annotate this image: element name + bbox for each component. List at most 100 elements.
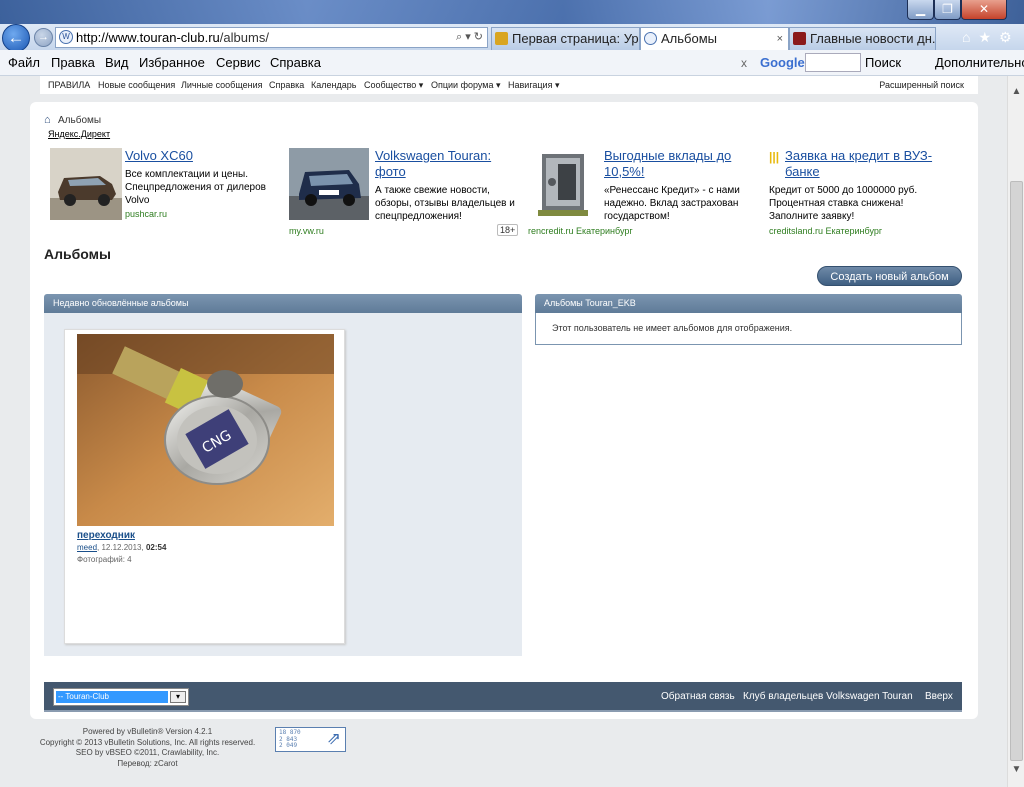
footer-club-link[interactable]: Клуб владельцев Volkswagen Touran: [743, 682, 913, 712]
ad-title[interactable]: Заявка на кредит в ВУЗ-банке: [785, 148, 960, 180]
powered-line: Перевод: zCarot: [117, 758, 178, 768]
tab-favicon-icon: [793, 32, 806, 45]
nav-forum-options[interactable]: Опции форума ▾: [431, 76, 501, 94]
nav-new-posts[interactable]: Новые сообщения: [98, 76, 175, 94]
favorites-star-icon[interactable]: ★: [978, 29, 999, 45]
tab-close-icon[interactable]: ×: [777, 28, 783, 50]
google-search-label: Поиск: [865, 55, 902, 70]
menu-bar: Файл Правка Вид Избранное Сервис Справка…: [0, 50, 1024, 96]
ad-title[interactable]: Выгодные вклады до 10,5%!: [604, 148, 754, 180]
age-badge: 18+: [497, 224, 519, 236]
forward-button[interactable]: →: [34, 28, 53, 47]
home-icon[interactable]: ⌂: [962, 29, 978, 45]
scrollbar-thumb[interactable]: [1010, 181, 1023, 761]
menu-favorites[interactable]: Избранное: [139, 50, 205, 76]
album-meta: meed, 12.12.2013, 02:54: [77, 543, 166, 552]
menu-help[interactable]: Справка: [270, 50, 321, 76]
tab-news[interactable]: Главные новости дн...: [789, 27, 936, 50]
page-title: Альбомы: [44, 246, 111, 262]
ad-domain[interactable]: my.vw.ru: [289, 226, 324, 236]
nav-rules[interactable]: ПРАВИЛА: [48, 76, 90, 94]
ad-rencredit[interactable]: Выгодные вклады до 10,5%! «Ренессанс Кре…: [528, 148, 758, 236]
breadcrumb-current: Альбомы: [58, 115, 102, 126]
ad-volvo[interactable]: Volvo XC60 Все комплектации и цены. Спец…: [50, 148, 290, 228]
ad-domain[interactable]: pushcar.ru: [125, 209, 167, 219]
ad-text: «Ренессанс Кредит» - с нами надежно. Вкл…: [604, 185, 740, 222]
nav-help[interactable]: Справка: [269, 76, 304, 94]
nav-calendar[interactable]: Календарь: [311, 76, 356, 94]
ad-text: Кредит от 5000 до 1000000 руб. Процентна…: [769, 185, 918, 222]
google-logo: Google: [760, 55, 805, 70]
tab-favicon-icon: [644, 32, 657, 45]
create-album-button[interactable]: Создать новый альбом: [817, 266, 962, 286]
yandex-direct-link[interactable]: Яндекс.Директ: [48, 129, 110, 139]
toolbar-icons[interactable]: ⌂★⚙: [962, 29, 1020, 46]
address-bar[interactable]: W http://www.touran-club.ru/albums/ ⌕ ▾ …: [55, 27, 488, 48]
ad-domain[interactable]: creditsland.ru Екатеринбург: [769, 226, 882, 236]
chevron-down-icon[interactable]: ▾: [170, 691, 186, 703]
tab-favicon-icon: [495, 32, 508, 45]
album-photo-count: Фотографий: 4: [77, 555, 132, 564]
menu-edit[interactable]: Правка: [51, 50, 95, 76]
google-more-button[interactable]: Дополнительно: [935, 50, 1024, 76]
menu-tools[interactable]: Сервис: [216, 50, 261, 76]
visit-counter-badge[interactable]: 18 870 2 843 2 049 ⇗: [275, 727, 346, 752]
google-search-input[interactable]: [805, 53, 861, 72]
nav-community[interactable]: Сообщество ▾: [364, 76, 423, 94]
ad-domain[interactable]: rencredit.ru Екатеринбург: [528, 226, 633, 236]
footer-bar: -- Touran-Club ▾ Обратная связь Клуб вла…: [44, 682, 962, 712]
page-viewport: ПРАВИЛА Новые сообщения Личные сообщения…: [0, 76, 1007, 787]
album-name-link[interactable]: переходник: [77, 530, 135, 541]
recent-albums-heading: Недавно обновлённые альбомы: [44, 294, 522, 313]
style-chooser-select[interactable]: -- Touran-Club ▾: [53, 688, 189, 706]
powered-by: Powered by vBulletin® Version 4.2.1 Copy…: [20, 727, 275, 769]
counter-numbers: 18 870 2 843 2 049: [279, 729, 301, 750]
tab-label: Альбомы: [661, 31, 717, 46]
address-path: /albums/: [219, 30, 269, 45]
touran-car-image: [289, 148, 369, 220]
maximize-button[interactable]: ❐: [934, 0, 961, 20]
powered-line: Powered by vBulletin® Version 4.2.1: [82, 727, 213, 736]
album-user-link[interactable]: meed: [77, 543, 97, 552]
vw-favicon-icon: W: [59, 30, 73, 44]
vertical-scrollbar[interactable]: ▲ ▼: [1007, 76, 1024, 787]
album-date: , 12.12.2013,: [97, 543, 146, 552]
tab-label: Первая страница: Ур...: [512, 31, 640, 46]
album-card[interactable]: CNG переходник meed, 12.12.2013, 02:54 Ф…: [64, 329, 345, 644]
tools-gear-icon[interactable]: ⚙: [999, 29, 1020, 45]
powered-line: Copyright © 2013 vBulletin Solutions, In…: [39, 737, 256, 747]
footer-feedback-link[interactable]: Обратная связь: [661, 682, 735, 712]
user-albums-heading: Альбомы Touran_EKB: [535, 294, 962, 313]
back-button[interactable]: ←: [2, 24, 30, 52]
scroll-down-arrow-icon[interactable]: ▼: [1008, 764, 1024, 775]
minimize-button[interactable]: ▁: [907, 0, 934, 20]
nav-private-messages[interactable]: Личные сообщения: [181, 76, 263, 94]
home-icon[interactable]: ⌂: [44, 114, 54, 126]
forum-navbar: ПРАВИЛА Новые сообщения Личные сообщения…: [40, 76, 978, 94]
footer-top-link[interactable]: Вверх: [925, 682, 953, 712]
google-close-icon[interactable]: x: [741, 50, 747, 76]
volvo-car-image: [50, 148, 122, 220]
ad-title[interactable]: Volvo XC60: [125, 148, 193, 164]
user-albums-block: Этот пользователь не имеет альбомов для …: [535, 313, 962, 345]
album-thumbnail[interactable]: CNG: [77, 334, 334, 526]
tab-albums[interactable]: Альбомы ×: [640, 27, 789, 50]
counter-value: 2 049: [279, 742, 298, 749]
ad-vuz-bank[interactable]: ||| Заявка на кредит в ВУЗ-банке Кредит …: [769, 148, 960, 236]
recent-albums-block: CNG переходник meed, 12.12.2013, 02:54 Ф…: [44, 313, 522, 656]
breadcrumb: ⌂ Альбомы: [44, 114, 101, 126]
nav-navigation[interactable]: Навигация ▾: [508, 76, 559, 94]
address-tools-icon[interactable]: ⌕ ▾ ↻: [456, 28, 483, 47]
content-panel: ⌂ Альбомы Яндекс.Директ Volvo XC60 Все ко…: [30, 102, 978, 719]
scroll-up-arrow-icon[interactable]: ▲: [1008, 86, 1024, 97]
ad-touran[interactable]: Volkswagen Touran: фото А также свежие н…: [289, 148, 519, 236]
ad-text: Все комплектации и цены. Спецпредложения…: [125, 169, 266, 206]
tab-first-page[interactable]: Первая страница: Ур...: [491, 27, 640, 50]
address-host: http://www.touran-club.ru: [76, 30, 220, 45]
close-window-button[interactable]: ✕: [961, 0, 1007, 20]
advanced-search-link[interactable]: Расширенный поиск: [879, 76, 964, 94]
menu-view[interactable]: Вид: [105, 50, 129, 76]
ad-title[interactable]: Volkswagen Touran: фото: [375, 148, 515, 180]
menu-file[interactable]: Файл: [8, 50, 40, 76]
powered-line: SEO by vBSEO ©2011, Crawlability, Inc.: [75, 748, 220, 757]
